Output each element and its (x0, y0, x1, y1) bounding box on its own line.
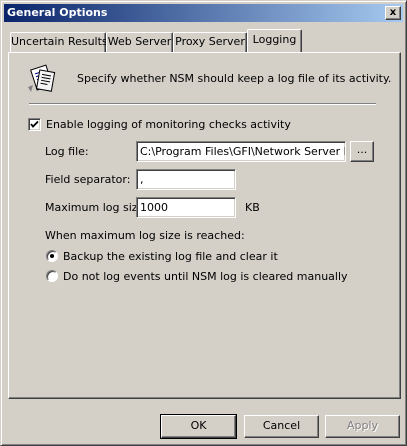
browse-label: ... (356, 143, 368, 156)
close-icon: x (389, 7, 397, 18)
log-file-input[interactable]: C:\Program Files\GFI\Network Server Mon (136, 141, 346, 162)
do-not-log-radio[interactable] (46, 270, 58, 282)
do-not-log-label[interactable]: Do not log events until NSM log is clear… (63, 270, 348, 283)
tab-label: Proxy Server (175, 35, 245, 48)
log-file-label: Log file: (45, 145, 89, 158)
tab-web-server[interactable]: Web Server (106, 32, 173, 52)
close-button[interactable]: x (385, 6, 401, 20)
max-log-size-unit: KB (245, 201, 260, 214)
cancel-button[interactable]: Cancel (244, 415, 319, 438)
backup-clear-radio[interactable] (46, 250, 58, 262)
max-log-size-label: Maximum log size: (45, 201, 148, 214)
tab-label: Uncertain Results (11, 35, 108, 48)
description-text: Specify whether NSM should keep a log fi… (77, 72, 392, 85)
logging-panel: Specify whether NSM should keep a log fi… (8, 52, 401, 399)
max-log-size-input[interactable]: 1000 (136, 197, 236, 218)
general-options-dialog: General Options x Uncertain Results Web … (0, 0, 407, 446)
apply-button[interactable]: Apply (325, 415, 400, 438)
tab-uncertain-results[interactable]: Uncertain Results (10, 32, 108, 52)
tab-label: Logging (252, 33, 297, 46)
tab-logging[interactable]: Logging (247, 29, 302, 52)
enable-logging-checkbox[interactable] (28, 118, 41, 131)
backup-clear-label[interactable]: Backup the existing log file and clear i… (63, 250, 278, 263)
title-bar[interactable]: General Options x (4, 4, 403, 22)
enable-logging-label[interactable]: Enable logging of monitoring checks acti… (46, 118, 291, 131)
window-title: General Options (7, 6, 108, 19)
checkmark-icon (30, 120, 39, 128)
ok-label: OK (190, 419, 207, 432)
when-max-reached-label: When maximum log size is reached: (45, 229, 245, 242)
tab-proxy-server[interactable]: Proxy Server (173, 32, 247, 52)
radio-selected-dot (50, 254, 54, 258)
field-separator-label: Field separator: (45, 173, 131, 186)
separator (29, 103, 376, 105)
tab-label: Web Server (107, 35, 172, 48)
apply-label: Apply (346, 419, 379, 432)
document-notes-icon (25, 63, 59, 95)
field-separator-input[interactable]: , (136, 169, 236, 190)
browse-button[interactable]: ... (350, 141, 374, 162)
cancel-label: Cancel (262, 419, 301, 432)
ok-button[interactable]: OK (160, 414, 237, 439)
